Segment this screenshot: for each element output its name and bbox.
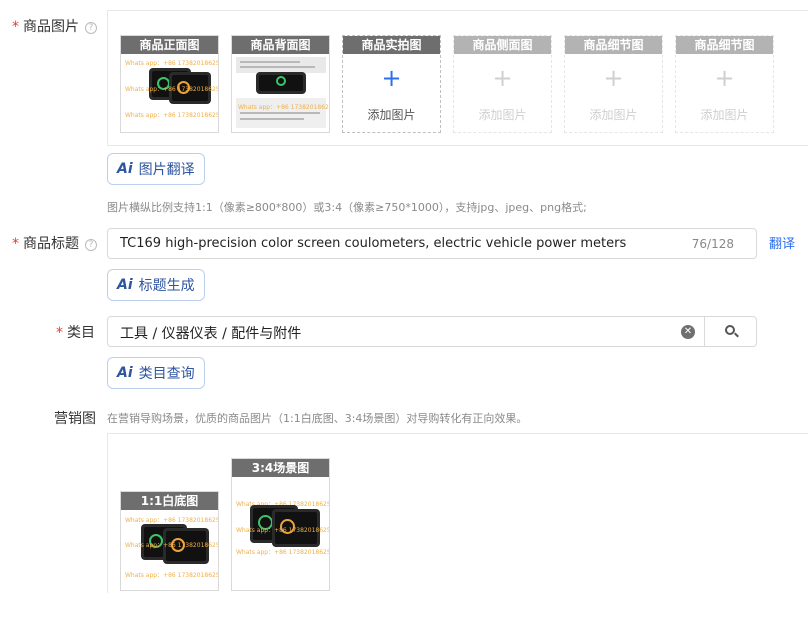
add-image-label: 添加图片 <box>589 108 638 122</box>
ai-icon: Ai <box>117 277 133 293</box>
product-title-value: TC169 high-precision color screen coulom… <box>120 236 627 251</box>
product-photo: Whats app：+86 17382018625 Whats app：+86 … <box>121 510 218 590</box>
plus-icon: + <box>603 64 624 92</box>
image-slot-detail-2[interactable]: 商品细节图 + 添加图片 <box>675 35 774 133</box>
product-title-label: * 商品标题? <box>12 233 97 253</box>
image-slot-side[interactable]: 商品侧面图 + 添加图片 <box>453 35 552 133</box>
ai-icon: Ai <box>117 365 133 381</box>
image-slot-back[interactable]: 商品背面图 Whats app：+86 17382018625 <box>231 35 330 133</box>
product-images-label: * 商品图片? <box>12 16 97 36</box>
clear-icon[interactable]: ✕ <box>681 325 695 339</box>
title-generate-button[interactable]: Ai 标题生成 <box>107 269 205 301</box>
image-slot-caption: 商品正面图 <box>121 36 218 54</box>
add-image-label: 添加图片 <box>367 108 416 122</box>
plus-icon: + <box>492 64 513 92</box>
required-mark: * <box>12 236 19 252</box>
image-slot-caption: 1:1白底图 <box>121 492 218 510</box>
category-value: 工具 / 仪器仪表 / 配件与附件 <box>120 326 302 342</box>
image-slot-caption: 商品细节图 <box>565 36 662 54</box>
image-slot-front[interactable]: 商品正面图 Whats app：+86 17382018625 Whats ap… <box>120 35 219 133</box>
marketing-images-label: 营销图 <box>54 411 96 427</box>
image-translate-button[interactable]: Ai 图片翻译 <box>107 153 205 185</box>
image-slot-detail-1[interactable]: 商品细节图 + 添加图片 <box>564 35 663 133</box>
marketing-hint: 在营销导购场景，优质的商品图片（1:1白底图、3:4场景图）对导购转化有正向效果… <box>107 412 528 425</box>
image-slot-caption: 商品侧面图 <box>454 36 551 54</box>
character-count: 76/128 <box>691 237 734 251</box>
device-image <box>256 72 306 94</box>
image-slot-caption: 3:4场景图 <box>232 459 329 477</box>
required-mark: * <box>12 19 19 35</box>
add-image-label: 添加图片 <box>478 108 527 122</box>
image-slot-caption: 商品细节图 <box>676 36 773 54</box>
help-icon[interactable]: ? <box>85 239 97 251</box>
product-photo: Whats app：+86 17382018625 <box>232 54 329 132</box>
image-slot-caption: 商品背面图 <box>232 36 329 54</box>
image-slot-realshot[interactable]: 商品实拍图 + 添加图片 <box>342 35 441 133</box>
marketing-portrait-image[interactable]: 3:4场景图 Whats app：+86 17382018625 Whats a… <box>231 458 330 591</box>
image-slot-caption: 商品实拍图 <box>343 36 440 54</box>
category-query-button[interactable]: Ai 类目查询 <box>107 357 205 389</box>
product-photo: Whats app：+86 17382018625 Whats app：+86 … <box>121 54 218 132</box>
marketing-images-panel: 1:1白底图 Whats app：+86 17382018625 Whats a… <box>107 433 808 593</box>
search-button[interactable] <box>704 317 757 347</box>
product-photo: Whats app：+86 17382018625 Whats app：+86 … <box>232 477 329 590</box>
category-select[interactable]: 工具 / 仪器仪表 / 配件与附件 ✕ <box>107 316 757 347</box>
add-image-label: 添加图片 <box>700 108 749 122</box>
image-requirements-hint: 图片横纵比例支持1:1（像素≥800*800）或3:4（像素≥750*1000）… <box>107 201 587 214</box>
product-title-input[interactable]: TC169 high-precision color screen coulom… <box>107 228 757 259</box>
help-icon[interactable]: ? <box>85 22 97 34</box>
ai-icon: Ai <box>117 161 133 177</box>
category-label: * 类目 <box>56 325 95 341</box>
plus-icon: + <box>381 64 402 92</box>
translate-link[interactable]: 翻译 <box>769 233 795 252</box>
plus-icon: + <box>714 64 735 92</box>
product-images-panel: 商品正面图 Whats app：+86 17382018625 Whats ap… <box>107 10 808 146</box>
required-mark: * <box>56 325 63 341</box>
marketing-square-image[interactable]: 1:1白底图 Whats app：+86 17382018625 Whats a… <box>120 491 219 591</box>
